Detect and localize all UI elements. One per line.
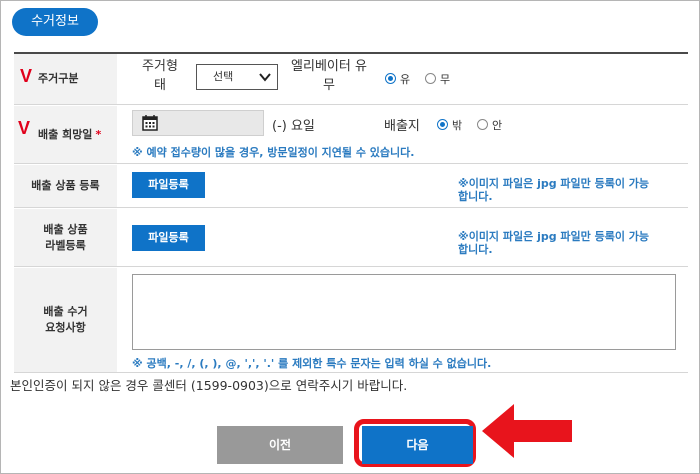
housing-form-label-line1: 주거형 bbox=[142, 59, 178, 74]
row-divider bbox=[14, 104, 688, 105]
elevator-no-radio[interactable] bbox=[425, 73, 436, 84]
elevator-yes-label: 유 bbox=[400, 73, 411, 86]
red-arrow-icon bbox=[482, 404, 572, 458]
next-button[interactable]: 다음 bbox=[362, 426, 473, 464]
label-label-register-line1: 배출 상품 bbox=[43, 222, 88, 236]
label-label-register-line2: 라벨등록 bbox=[45, 238, 86, 252]
label-product-register: 배출 상품 등록 bbox=[14, 165, 117, 207]
product-file-note-line1: ※이미지 파일은 jpg 파일만 등록이 가능 bbox=[458, 177, 650, 190]
label-file-note-line1: ※이미지 파일은 jpg 파일만 등록이 가능 bbox=[458, 230, 650, 243]
housing-form-select[interactable]: 선택 bbox=[196, 64, 278, 90]
label-request-line2: 요청사항 bbox=[45, 321, 86, 334]
weekday-text: (-) 요일 bbox=[272, 119, 315, 134]
section-title: 수거정보 bbox=[12, 8, 98, 36]
location-out-radio[interactable] bbox=[437, 119, 448, 130]
row-divider bbox=[14, 372, 688, 373]
footer-notice: 본인인증이 되지 않은 경우 콜센터 (1599-0903)으로 연락주시기 바… bbox=[10, 378, 408, 393]
label-label-register: 배출 상품 라벨등록 bbox=[14, 209, 117, 266]
row-divider bbox=[14, 266, 688, 267]
request-textarea[interactable] bbox=[132, 274, 676, 350]
row-divider bbox=[14, 163, 688, 164]
label-file-note: ※이미지 파일은 jpg 파일만 등록이 가능 합니다. bbox=[458, 230, 649, 256]
label-request: 배출 수거 요청사항 bbox=[14, 268, 117, 372]
elevator-yes-radio[interactable] bbox=[385, 73, 396, 84]
housing-form-select-value: 선택 bbox=[213, 70, 234, 83]
date-picker[interactable] bbox=[132, 110, 264, 136]
elevator-label-line1: 엘리베이터 유 bbox=[291, 59, 367, 74]
label-product-register-text: 배출 상품 등록 bbox=[31, 179, 100, 192]
location-in-label: 안 bbox=[492, 119, 503, 132]
elevator-label: 엘리베이터 유 무 bbox=[284, 57, 374, 95]
product-file-note: ※이미지 파일은 jpg 파일만 등록이 가능 합니다. bbox=[458, 177, 649, 203]
product-file-note-line2: 합니다. bbox=[458, 190, 493, 203]
label-date-text: 배출 희망일 bbox=[38, 127, 93, 141]
chevron-down-icon bbox=[259, 73, 271, 82]
label-file-upload-button[interactable]: 파일등록 bbox=[132, 225, 205, 251]
label-request-line1: 배출 수거 bbox=[43, 305, 88, 318]
housing-form-label-line2: 태 bbox=[154, 78, 166, 93]
row-divider bbox=[14, 207, 688, 208]
housing-form-label: 주거형 태 bbox=[134, 57, 186, 95]
date-notice: ※ 예약 접수량이 많을 경우, 방문일정이 지연될 수 있습니다. bbox=[132, 146, 415, 159]
required-mark: * bbox=[95, 127, 102, 141]
label-pickup-type-text: 주거구분 bbox=[38, 72, 79, 85]
elevator-label-line2: 무 bbox=[323, 78, 335, 93]
elevator-no-label: 무 bbox=[440, 73, 451, 86]
product-file-upload-button[interactable]: 파일등록 bbox=[132, 172, 205, 198]
v-mark-icon: V bbox=[18, 118, 31, 138]
location-in-radio[interactable] bbox=[477, 119, 488, 130]
location-label: 배출지 bbox=[384, 119, 420, 134]
calendar-icon bbox=[142, 115, 158, 131]
prev-button[interactable]: 이전 bbox=[217, 426, 343, 464]
label-file-note-line2: 합니다. bbox=[458, 243, 493, 256]
v-mark-icon: V bbox=[20, 66, 33, 86]
location-out-label: 밖 bbox=[452, 119, 463, 132]
request-notice: ※ 공백, -, /, (, ), @, ',', '.' 를 제외한 특수 문… bbox=[132, 357, 492, 370]
